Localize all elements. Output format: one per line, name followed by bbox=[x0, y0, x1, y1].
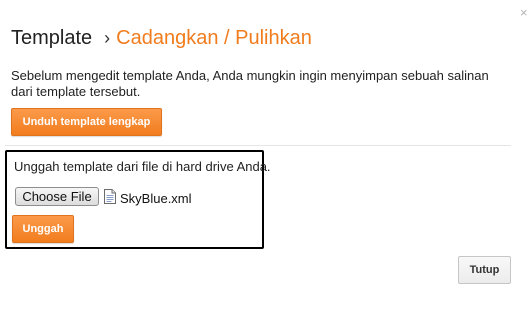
upload-section: Unggah template dari file di hard drive … bbox=[5, 150, 271, 249]
selected-file-name: SkyBlue.xml bbox=[120, 191, 192, 206]
backup-restore-dialog: × Template › Cadangkan / Pulihkan Sebelum … bbox=[0, 0, 530, 310]
close-button[interactable]: Tutup bbox=[458, 256, 511, 284]
dialog-title: Template › Cadangkan / Pulihkan bbox=[11, 26, 312, 50]
breadcrumb-separator: › bbox=[104, 28, 111, 48]
description-text: Sebelum mengedit template Anda, Anda mun… bbox=[11, 68, 489, 99]
document-icon bbox=[104, 189, 116, 204]
choose-file-button[interactable]: Choose File bbox=[15, 187, 99, 206]
upload-button[interactable]: Unggah bbox=[12, 215, 74, 243]
close-icon[interactable]: × bbox=[520, 6, 528, 19]
upload-instruction: Unggah template dari file di hard drive … bbox=[14, 159, 271, 174]
title-backup-restore: Cadangkan / Pulihkan bbox=[116, 27, 312, 49]
download-template-button[interactable]: Unduh template lengkap bbox=[11, 108, 162, 136]
title-template: Template bbox=[11, 27, 93, 49]
section-divider bbox=[5, 145, 511, 146]
